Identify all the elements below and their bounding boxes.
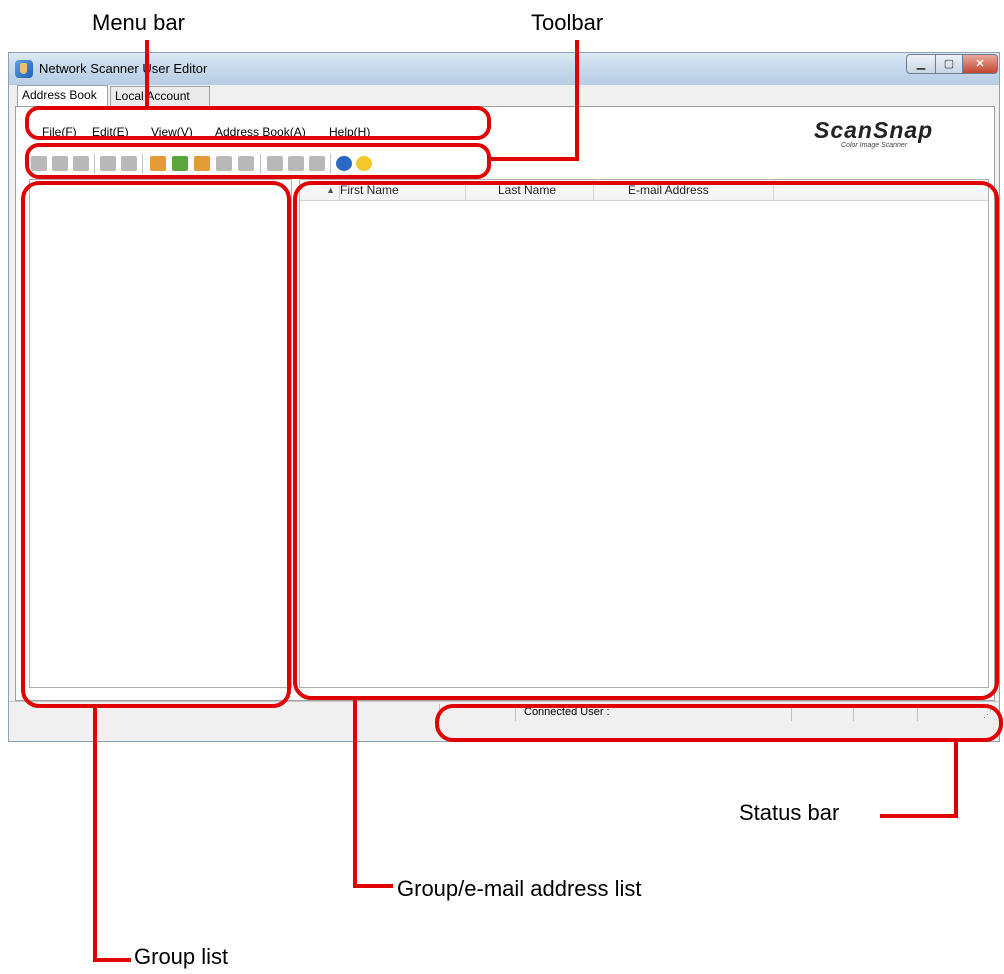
callout-group-list: Group list <box>134 944 229 969</box>
close-button[interactable]: ✕ <box>962 54 998 74</box>
toolbar-highlight <box>25 143 491 179</box>
window-title: Network Scanner User Editor <box>39 61 208 76</box>
email-list-leader-vertical <box>353 698 357 888</box>
scansnap-logo-subtitle: Color Image Scanner <box>841 142 908 149</box>
callout-status-bar: Status bar <box>739 800 840 825</box>
callout-email-list: Group/e-mail address list <box>397 876 642 901</box>
toolbar-leader-horizontal <box>489 157 579 161</box>
callout-toolbar: Toolbar <box>531 10 604 35</box>
group-list-highlight <box>21 181 291 708</box>
minimize-button[interactable]: ▁ <box>906 54 936 74</box>
menu-bar-leader <box>145 40 149 108</box>
status-bar-highlight <box>435 704 1003 742</box>
tab-local-account[interactable]: Local Account <box>110 86 210 106</box>
toolbar-leader-vertical <box>575 40 579 161</box>
group-list-leader-horizontal <box>93 958 131 962</box>
app-icon <box>15 60 33 78</box>
tab-address-book[interactable]: Address Book <box>17 85 108 107</box>
maximize-button[interactable]: ▢ <box>935 54 963 74</box>
status-bar-leader-vertical <box>954 740 958 818</box>
menu-bar-highlight <box>25 106 491 140</box>
group-list-leader-vertical <box>93 706 97 962</box>
title-bar[interactable]: Network Scanner User Editor ▁ ▢ ✕ <box>9 53 999 85</box>
callout-menu-bar: Menu bar <box>92 10 185 35</box>
scansnap-logo: ScanSnap <box>814 117 934 143</box>
email-list-leader-horizontal <box>353 884 393 888</box>
status-bar-leader-horizontal <box>880 814 958 818</box>
email-list-highlight <box>293 181 999 700</box>
